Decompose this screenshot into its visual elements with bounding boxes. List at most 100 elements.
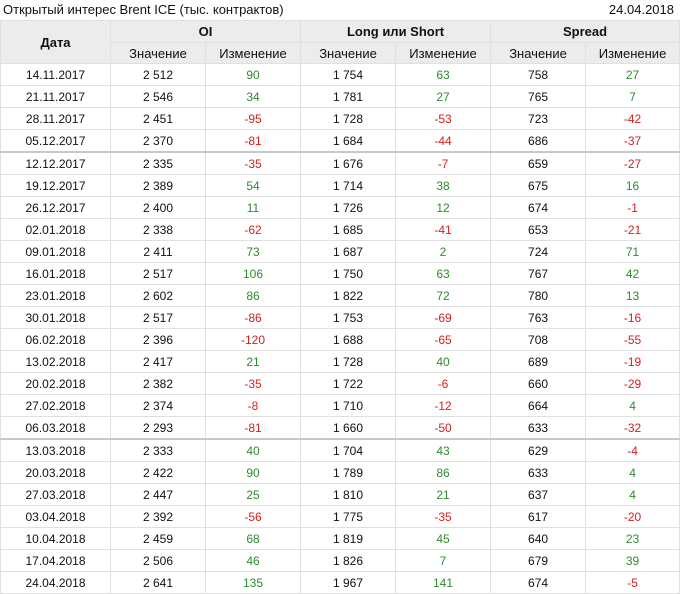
date-cell: 21.11.2017 xyxy=(0,85,111,108)
long-short-change-cell: 7 xyxy=(395,549,492,572)
oi-change-cell: -81 xyxy=(204,416,302,440)
long-short-change-cell: 72 xyxy=(395,284,492,307)
spread-value-cell: 780 xyxy=(490,284,587,307)
oi-value-header: Значение xyxy=(110,42,206,64)
oi-value-cell: 2 546 xyxy=(110,85,206,108)
spread-change-cell: -27 xyxy=(585,151,680,175)
date-cell: 02.01.2018 xyxy=(0,218,111,241)
date-cell: 20.02.2018 xyxy=(0,372,111,395)
spread-change-cell: -16 xyxy=(585,306,680,329)
date-cell: 09.01.2018 xyxy=(0,240,111,263)
spread-value-cell: 679 xyxy=(490,549,587,572)
date-cell: 30.01.2018 xyxy=(0,306,111,329)
table-row: 20.02.2018 2 382 -35 1 722 -6 660 -29 xyxy=(0,372,680,395)
oi-value-cell: 2 338 xyxy=(110,218,206,241)
oi-change-header: Изменение xyxy=(204,42,302,64)
oi-value-cell: 2 389 xyxy=(110,174,206,197)
spread-change-cell: -55 xyxy=(585,328,680,351)
spread-value-cell: 633 xyxy=(490,461,587,484)
date-cell: 19.12.2017 xyxy=(0,174,111,197)
oi-change-cell: -35 xyxy=(204,372,302,395)
long-short-value-cell: 1 753 xyxy=(300,306,397,329)
oi-value-cell: 2 451 xyxy=(110,107,206,130)
spread-value-cell: 686 xyxy=(490,129,587,153)
oi-value-cell: 2 422 xyxy=(110,461,206,484)
long-short-value-cell: 1 775 xyxy=(300,505,397,528)
report-date: 24.04.2018 xyxy=(608,2,674,17)
oi-value-cell: 2 370 xyxy=(110,129,206,153)
spread-change-cell: -4 xyxy=(585,438,680,462)
date-cell: 06.03.2018 xyxy=(0,416,111,440)
long-short-change-cell: -44 xyxy=(395,129,492,153)
spread-change-header: Изменение xyxy=(585,42,680,64)
oi-change-cell: -56 xyxy=(204,505,302,528)
oi-value-cell: 2 506 xyxy=(110,549,206,572)
spread-value-cell: 758 xyxy=(490,63,587,86)
spread-change-cell: -21 xyxy=(585,218,680,241)
oi-change-cell: 34 xyxy=(204,85,302,108)
date-cell: 12.12.2017 xyxy=(0,151,111,175)
oi-change-cell: 135 xyxy=(204,571,302,594)
long-short-change-cell: -53 xyxy=(395,107,492,130)
long-short-change-cell: -69 xyxy=(395,306,492,329)
long-short-change-cell: 63 xyxy=(395,63,492,86)
spread-value-cell: 767 xyxy=(490,262,587,285)
long-short-value-cell: 1 726 xyxy=(300,196,397,219)
date-cell: 06.02.2018 xyxy=(0,328,111,351)
long-short-change-cell: 27 xyxy=(395,85,492,108)
spread-value-cell: 763 xyxy=(490,306,587,329)
table-row: 27.02.2018 2 374 -8 1 710 -12 664 4 xyxy=(0,394,680,417)
spread-change-cell: 13 xyxy=(585,284,680,307)
table-row: 13.03.2018 2 333 40 1 704 43 629 -4 xyxy=(0,438,680,462)
table-header: Дата OI Long или Short Spread Значение И… xyxy=(0,20,680,64)
date-cell: 16.01.2018 xyxy=(0,262,111,285)
spread-value-cell: 723 xyxy=(490,107,587,130)
long-short-change-cell: 2 xyxy=(395,240,492,263)
spread-value-cell: 724 xyxy=(490,240,587,263)
oi-change-cell: 46 xyxy=(204,549,302,572)
long-short-value-cell: 1 685 xyxy=(300,218,397,241)
spread-value-header: Значение xyxy=(490,42,587,64)
spread-change-cell: -37 xyxy=(585,129,680,153)
date-cell: 13.03.2018 xyxy=(0,438,111,462)
long-short-value-cell: 1 684 xyxy=(300,129,397,153)
table-row: 02.01.2018 2 338 -62 1 685 -41 653 -21 xyxy=(0,218,680,241)
spread-change-cell: -5 xyxy=(585,571,680,594)
long-short-value-cell: 1 710 xyxy=(300,394,397,417)
long-short-change-cell: 141 xyxy=(395,571,492,594)
spread-value-cell: 637 xyxy=(490,483,587,506)
long-short-value-cell: 1 750 xyxy=(300,262,397,285)
date-cell: 20.03.2018 xyxy=(0,461,111,484)
spread-change-cell: 23 xyxy=(585,527,680,550)
date-cell: 17.04.2018 xyxy=(0,549,111,572)
oi-value-cell: 2 382 xyxy=(110,372,206,395)
oi-change-cell: -8 xyxy=(204,394,302,417)
spread-change-cell: 71 xyxy=(585,240,680,263)
spread-value-cell: 617 xyxy=(490,505,587,528)
open-interest-table: Дата OI Long или Short Spread Значение И… xyxy=(0,20,680,594)
long-short-value-cell: 1 704 xyxy=(300,438,397,462)
oi-change-cell: 90 xyxy=(204,63,302,86)
oi-value-cell: 2 392 xyxy=(110,505,206,528)
long-short-change-cell: 12 xyxy=(395,196,492,219)
oi-change-cell: 21 xyxy=(204,350,302,373)
long-short-value-cell: 1 728 xyxy=(300,350,397,373)
long-short-change-cell: -41 xyxy=(395,218,492,241)
spread-change-cell: 4 xyxy=(585,461,680,484)
table-row: 13.02.2018 2 417 21 1 728 40 689 -19 xyxy=(0,350,680,373)
long-short-value-cell: 1 781 xyxy=(300,85,397,108)
oi-change-cell: -95 xyxy=(204,107,302,130)
table-row: 21.11.2017 2 546 34 1 781 27 765 7 xyxy=(0,85,680,108)
oi-value-cell: 2 641 xyxy=(110,571,206,594)
long-short-value-cell: 1 819 xyxy=(300,527,397,550)
spread-change-cell: -42 xyxy=(585,107,680,130)
spread-value-cell: 664 xyxy=(490,394,587,417)
long-short-change-cell: -12 xyxy=(395,394,492,417)
table-row: 28.11.2017 2 451 -95 1 728 -53 723 -42 xyxy=(0,107,680,130)
date-cell: 10.04.2018 xyxy=(0,527,111,550)
oi-change-cell: 73 xyxy=(204,240,302,263)
oi-change-cell: -120 xyxy=(204,328,302,351)
oi-value-cell: 2 459 xyxy=(110,527,206,550)
group-header-long-short: Long или Short xyxy=(300,20,492,43)
table-row: 26.12.2017 2 400 11 1 726 12 674 -1 xyxy=(0,196,680,219)
